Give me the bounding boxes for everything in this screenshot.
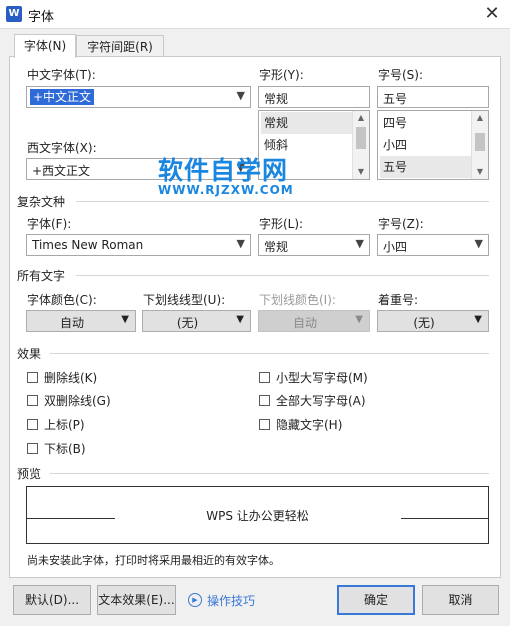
all-caps-checkbox[interactable] xyxy=(259,395,270,406)
scroll-up-icon[interactable]: ▲ xyxy=(472,111,488,125)
all-caps-label: 全部大写字母(A) xyxy=(276,394,366,408)
size-input-value: 五号 xyxy=(383,92,408,106)
hidden-text-label: 隐藏文字(H) xyxy=(276,418,343,432)
hidden-text-checkbox[interactable] xyxy=(259,419,270,430)
caret-down-icon: ▼ xyxy=(236,314,244,325)
complex-style-value: 常规 xyxy=(264,240,289,254)
scroll-down-icon[interactable]: ▼ xyxy=(472,165,488,179)
close-icon[interactable]: ✕ xyxy=(478,2,506,26)
superscript-checkbox[interactable] xyxy=(27,419,38,430)
western-font-label: 西文字体(X): xyxy=(27,141,97,155)
font-not-installed-note: 尚未安装此字体，打印时将采用最相近的有效字体。 xyxy=(27,554,280,567)
divider xyxy=(76,275,489,276)
preview-baseline-right xyxy=(401,518,488,519)
play-tips-icon[interactable]: ▶ xyxy=(188,593,202,607)
title-bar: W 字体 ✕ xyxy=(0,0,510,28)
complex-size-combo[interactable]: 小四 ▼ xyxy=(377,234,489,256)
style-input-value: 常规 xyxy=(264,92,289,106)
subscript-label: 下标(B) xyxy=(44,442,86,456)
emphasis-label: 着重号: xyxy=(378,293,419,307)
strikethrough-label: 删除线(K) xyxy=(44,371,98,385)
wps-app-icon: W xyxy=(6,6,22,22)
text-effect-button[interactable]: 文本效果(E)... xyxy=(97,585,176,615)
chevron-down-icon: ▼ xyxy=(474,237,483,250)
strikethrough-checkbox[interactable] xyxy=(27,372,38,383)
chinese-font-value: +中文正文 xyxy=(30,89,95,105)
scroll-up-icon[interactable]: ▲ xyxy=(353,111,369,125)
caret-down-icon: ▼ xyxy=(121,314,129,325)
scroll-thumb[interactable] xyxy=(475,133,485,151)
caret-down-icon: ▼ xyxy=(355,314,363,325)
tab-font[interactable]: 字体(N) xyxy=(14,34,76,58)
chevron-down-icon: ▼ xyxy=(236,237,245,250)
list-item[interactable]: 小四 xyxy=(380,134,473,156)
watermark-title: 软件自学网 xyxy=(158,156,289,185)
chevron-down-icon: ▼ xyxy=(355,237,364,250)
chevron-down-icon: ▼ xyxy=(236,89,245,102)
cancel-button[interactable]: 取消 xyxy=(422,585,499,615)
ok-button[interactable]: 确定 xyxy=(337,585,415,615)
size-input[interactable]: 五号 xyxy=(377,86,489,108)
effects-section: 效果 xyxy=(17,347,42,361)
style-scrollbar[interactable]: ▲ ▼ xyxy=(352,111,369,179)
underline-color-label: 下划线颜色(I): xyxy=(259,293,336,307)
complex-style-combo[interactable]: 常规 ▼ xyxy=(258,234,370,256)
complex-script-section: 复杂文种 xyxy=(17,195,66,209)
divider xyxy=(76,201,489,202)
underline-type-dropdown[interactable]: (无) ▼ xyxy=(142,310,251,332)
watermark-url: WWW.RJZXW.COM xyxy=(158,183,294,197)
font-color-label: 字体颜色(C): xyxy=(27,293,97,307)
underline-type-value: (无) xyxy=(176,316,199,330)
complex-style-label: 字形(L): xyxy=(259,217,304,231)
underline-color-value: 自动 xyxy=(292,316,317,330)
font-color-dropdown[interactable]: 自动 ▼ xyxy=(26,310,136,332)
list-item[interactable]: 四号 xyxy=(380,112,473,134)
preview-box: WPS 让办公更轻松 xyxy=(26,486,489,544)
chinese-font-label: 中文字体(T): xyxy=(27,68,96,82)
small-caps-label: 小型大写字母(M) xyxy=(276,371,368,385)
all-text-section: 所有文字 xyxy=(17,269,66,283)
caret-down-icon: ▼ xyxy=(474,314,482,325)
double-strikethrough-checkbox[interactable] xyxy=(27,395,38,406)
preview-section: 预览 xyxy=(17,467,42,481)
superscript-label: 上标(P) xyxy=(44,418,85,432)
divider xyxy=(50,353,489,354)
complex-font-value: Times New Roman xyxy=(32,238,144,252)
complex-font-label: 字体(F): xyxy=(27,217,72,231)
default-button[interactable]: 默认(D)... xyxy=(13,585,91,615)
preview-sample-text: WPS 让办公更轻松 xyxy=(206,509,309,523)
subscript-checkbox[interactable] xyxy=(27,443,38,454)
complex-font-combo[interactable]: Times New Roman ▼ xyxy=(26,234,251,256)
underline-type-label: 下划线线型(U): xyxy=(143,293,226,307)
scroll-thumb[interactable] xyxy=(356,127,366,149)
complex-size-value: 小四 xyxy=(383,240,408,254)
window-title: 字体 xyxy=(28,10,55,25)
tips-link[interactable]: 操作技巧 xyxy=(207,592,255,609)
double-strikethrough-label: 双删除线(G) xyxy=(44,394,111,408)
divider xyxy=(50,473,489,474)
style-label: 字形(Y): xyxy=(259,68,304,82)
size-label: 字号(S): xyxy=(378,68,424,82)
scroll-down-icon[interactable]: ▼ xyxy=(353,165,369,179)
emphasis-value: (无) xyxy=(413,316,435,330)
tab-char-spacing[interactable]: 字符间距(R) xyxy=(76,35,164,58)
size-scrollbar[interactable]: ▲ ▼ xyxy=(471,111,488,179)
emphasis-dropdown[interactable]: (无) ▼ xyxy=(377,310,489,332)
western-font-value: +西文正文 xyxy=(32,164,91,178)
complex-size-label: 字号(Z): xyxy=(378,217,424,231)
style-input[interactable]: 常规 xyxy=(258,86,370,108)
small-caps-checkbox[interactable] xyxy=(259,372,270,383)
list-item[interactable]: 常规 xyxy=(261,112,354,134)
size-listbox[interactable]: 四号 小四 五号 ▲ ▼ xyxy=(377,110,489,180)
font-color-value: 自动 xyxy=(59,316,84,330)
underline-color-dropdown: 自动 ▼ xyxy=(258,310,370,332)
chinese-font-combo[interactable]: +中文正文 ▼ xyxy=(26,86,251,108)
list-item[interactable]: 五号 xyxy=(380,156,473,178)
